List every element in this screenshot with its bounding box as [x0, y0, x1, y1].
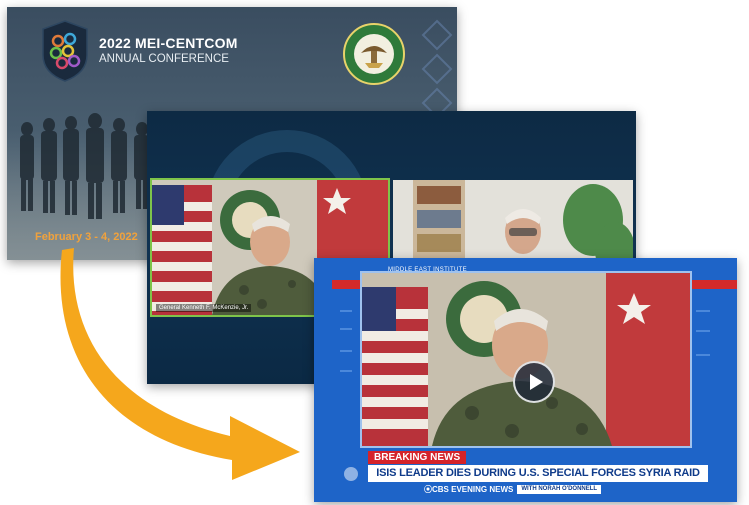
breaking-news-label: BREAKING NEWS: [368, 451, 467, 464]
bookshelf: [413, 180, 465, 260]
conference-subtitle: ANNUAL CONFERENCE: [99, 53, 229, 65]
conference-title: 2022 MEI-CENTCOM: [99, 35, 238, 51]
centcom-seal: [343, 23, 405, 85]
play-icon: [530, 374, 543, 390]
anchor-name: WITH NORAH O'DONNELL: [517, 485, 602, 494]
us-flag: [362, 287, 428, 446]
news-video-frame: [360, 271, 692, 448]
news-headline: ISIS LEADER DIES DURING U.S. SPECIAL FOR…: [368, 465, 708, 482]
channel-tag: MIDDLE EAST INSTITUTE: [388, 267, 467, 273]
news-broadcast-screen: MIDDLE EAST INSTITUTE BREAKING NEWS ISIS…: [314, 258, 737, 502]
news-video-image: [362, 273, 690, 446]
soldiers-silhouette: [20, 113, 149, 219]
network-logo-icon: [344, 467, 358, 481]
play-button[interactable]: [513, 361, 555, 403]
program-ticker: ⦿CBS EVENING NEWS WITH NORAH O'DONNELL: [424, 484, 602, 495]
mei-crest-logo: [42, 20, 88, 82]
program-name: ⦿CBS EVENING NEWS: [424, 485, 514, 494]
curved-arrow-icon: [60, 248, 300, 480]
